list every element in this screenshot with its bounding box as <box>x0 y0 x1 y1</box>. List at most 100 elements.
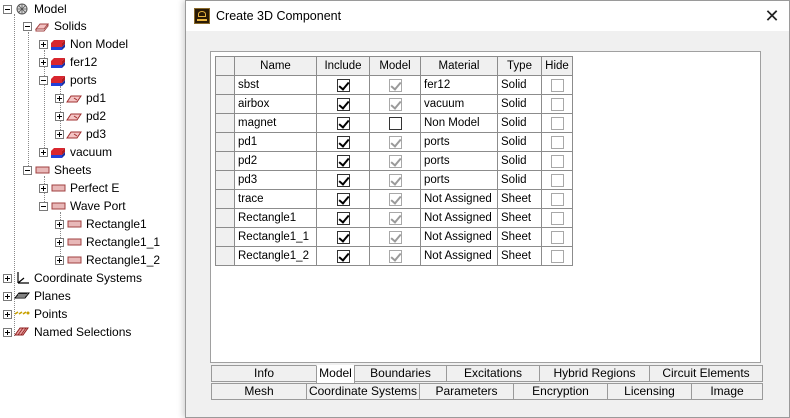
tab-circuit-elements[interactable]: Circuit Elements <box>649 365 763 382</box>
row-header-cell[interactable] <box>215 246 235 266</box>
material-cell[interactable]: Not Assigned <box>420 189 498 209</box>
expand-icon[interactable] <box>55 93 64 103</box>
dialog-titlebar[interactable]: Create 3D Component ✕ <box>186 1 789 31</box>
row-header-cell[interactable] <box>215 189 235 209</box>
expand-icon[interactable] <box>39 57 48 67</box>
expand-icon[interactable] <box>55 219 64 229</box>
tree-item-ports[interactable]: ports <box>39 71 97 89</box>
row-header-cell[interactable] <box>215 94 235 114</box>
include-checkbox[interactable] <box>336 135 350 149</box>
tree-item-vacuum[interactable]: vacuum <box>39 143 112 161</box>
hide-checkbox[interactable] <box>550 230 564 244</box>
material-cell[interactable]: Not Assigned <box>420 246 498 266</box>
collapse-icon[interactable] <box>39 75 48 85</box>
hide-checkbox[interactable] <box>550 211 564 225</box>
row-header-cell[interactable] <box>215 227 235 247</box>
column-header-hide[interactable]: Hide <box>541 56 573 76</box>
material-cell[interactable]: Non Model <box>420 113 498 133</box>
hide-checkbox[interactable] <box>550 78 564 92</box>
include-checkbox[interactable] <box>336 211 350 225</box>
row-header-cell[interactable] <box>215 75 235 95</box>
tab-boundaries[interactable]: Boundaries <box>354 365 447 382</box>
expand-icon[interactable] <box>55 129 64 139</box>
tree-item-solids[interactable]: Solids <box>23 17 87 35</box>
include-checkbox[interactable] <box>336 78 350 92</box>
include-checkbox[interactable] <box>336 154 350 168</box>
model-checkbox[interactable] <box>388 116 402 130</box>
include-checkbox[interactable] <box>336 116 350 130</box>
row-header-cell[interactable] <box>215 151 235 171</box>
collapse-icon[interactable] <box>39 201 48 211</box>
tab-mesh[interactable]: Mesh <box>211 383 307 400</box>
hide-checkbox[interactable] <box>550 116 564 130</box>
tree-item-wave-port[interactable]: Wave Port <box>39 197 126 215</box>
collapse-icon[interactable] <box>23 21 32 31</box>
tree-item-pd2[interactable]: pd2 <box>55 107 106 125</box>
tree-item-perfect-e[interactable]: Perfect E <box>39 179 119 197</box>
expand-icon[interactable] <box>55 237 64 247</box>
tree-item-points[interactable]: Points <box>3 305 67 323</box>
expand-icon[interactable] <box>3 273 12 283</box>
material-cell[interactable]: fer12 <box>420 75 498 95</box>
include-checkbox[interactable] <box>336 97 350 111</box>
collapse-icon[interactable] <box>23 165 32 175</box>
table-row[interactable]: pd3 ports Solid <box>215 170 573 190</box>
tree-item-sheets[interactable]: Sheets <box>23 161 91 179</box>
table-row[interactable]: trace Not Assigned Sheet <box>215 189 573 209</box>
include-checkbox[interactable] <box>336 192 350 206</box>
tab-model[interactable]: Model <box>316 365 355 384</box>
table-row[interactable]: Rectangle1 Not Assigned Sheet <box>215 208 573 228</box>
material-cell[interactable]: Not Assigned <box>420 208 498 228</box>
material-cell[interactable]: Not Assigned <box>420 227 498 247</box>
tree-item-rectangle1-1[interactable]: Rectangle1_1 <box>55 233 160 251</box>
table-row[interactable]: airbox vacuum Solid <box>215 94 573 114</box>
table-row[interactable]: pd2 ports Solid <box>215 151 573 171</box>
material-cell[interactable]: ports <box>420 170 498 190</box>
hide-checkbox[interactable] <box>550 97 564 111</box>
hide-checkbox[interactable] <box>550 249 564 263</box>
expand-icon[interactable] <box>39 183 48 193</box>
expand-icon[interactable] <box>39 147 48 157</box>
tab-encryption[interactable]: Encryption <box>513 383 608 400</box>
table-row[interactable]: Rectangle1_1 Not Assigned Sheet <box>215 227 573 247</box>
tab-hybrid-regions[interactable]: Hybrid Regions <box>539 365 650 382</box>
table-row[interactable]: pd1 ports Solid <box>215 132 573 152</box>
tab-licensing[interactable]: Licensing <box>607 383 692 400</box>
include-checkbox[interactable] <box>336 249 350 263</box>
expand-icon[interactable] <box>3 327 12 337</box>
column-header-type[interactable]: Type <box>497 56 542 76</box>
include-checkbox[interactable] <box>336 230 350 244</box>
row-header-cell[interactable] <box>215 170 235 190</box>
hide-checkbox[interactable] <box>550 192 564 206</box>
tab-coordinate-systems[interactable]: Coordinate Systems <box>306 383 420 400</box>
hide-checkbox[interactable] <box>550 135 564 149</box>
row-header-cell[interactable] <box>215 132 235 152</box>
row-header-cell[interactable] <box>215 113 235 133</box>
hide-checkbox[interactable] <box>550 173 564 187</box>
material-cell[interactable]: ports <box>420 132 498 152</box>
table-row[interactable]: sbst fer12 Solid <box>215 75 573 95</box>
tab-excitations[interactable]: Excitations <box>446 365 540 382</box>
close-button[interactable]: ✕ <box>755 1 789 31</box>
column-header-material[interactable]: Material <box>420 56 498 76</box>
material-cell[interactable]: ports <box>420 151 498 171</box>
tree-item-pd3[interactable]: pd3 <box>55 125 106 143</box>
tree-item-pd1[interactable]: pd1 <box>55 89 106 107</box>
column-header-name[interactable]: Name <box>234 56 317 76</box>
column-header-model[interactable]: Model <box>369 56 421 76</box>
tree-item-non-model[interactable]: Non Model <box>39 35 128 53</box>
row-header-cell[interactable] <box>215 208 235 228</box>
expand-icon[interactable] <box>55 255 64 265</box>
tree-item-rectangle1[interactable]: Rectangle1 <box>55 215 147 233</box>
collapse-icon[interactable] <box>3 4 12 14</box>
tree-item-planes[interactable]: Planes <box>3 287 71 305</box>
tab-parameters[interactable]: Parameters <box>419 383 514 400</box>
include-checkbox[interactable] <box>336 173 350 187</box>
tree-item-named-selections[interactable]: Named Selections <box>3 323 131 341</box>
tree-item-fer12[interactable]: fer12 <box>39 53 97 71</box>
tab-image[interactable]: Image <box>691 383 763 400</box>
tree-item-coordinate-systems[interactable]: Coordinate Systems <box>3 269 142 287</box>
table-row[interactable]: magnet Non Model Solid <box>215 113 573 133</box>
hide-checkbox[interactable] <box>550 154 564 168</box>
expand-icon[interactable] <box>3 291 12 301</box>
